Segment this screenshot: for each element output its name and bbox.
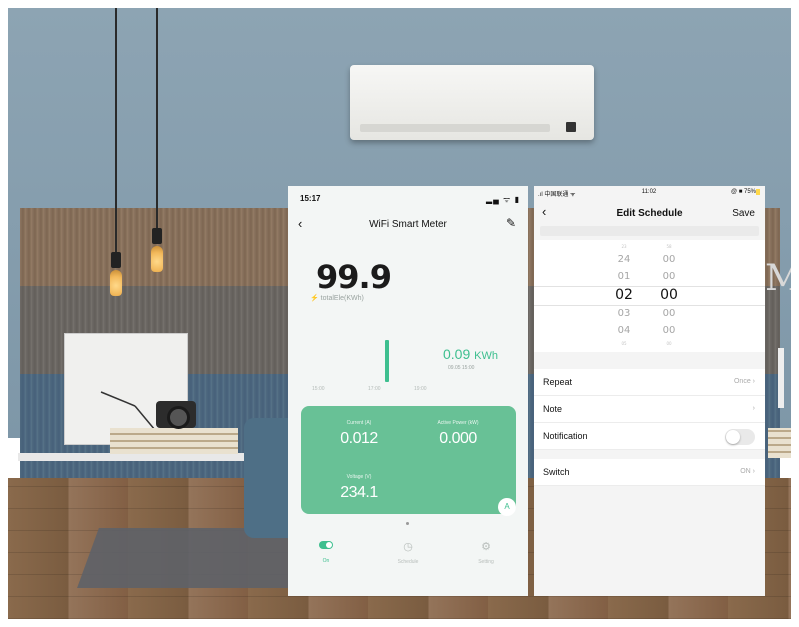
gear-icon: ⚙	[481, 541, 491, 553]
minute-option[interactable]: 00	[649, 268, 689, 285]
current-value: 0.012	[340, 430, 378, 447]
header-strip	[540, 226, 759, 236]
hour-option[interactable]: 23	[604, 242, 644, 251]
hour-column[interactable]: 23 24 01 02 03 04 05	[604, 240, 644, 348]
books-stack	[110, 428, 238, 454]
meter-screen: 15:17 ▂▄ ᯤ ▮ ‹ WiFi Smart Meter ✎ 99.9 ⚡…	[288, 186, 528, 596]
candle-decor	[778, 348, 784, 408]
time-picker[interactable]: 23 24 01 02 03 04 05 58 00 00 00 00 00 0…	[534, 240, 765, 352]
pendant-bulb-right	[151, 246, 163, 272]
bar-reading: 0.09 KWh	[443, 346, 498, 362]
status-bar: .ıl 中国联通 ᯤ 11:02 @ ■ 75%	[538, 189, 760, 199]
lamp-socket-left	[111, 252, 121, 268]
status-time: 15:17	[300, 194, 321, 203]
hour-option[interactable]: 03	[604, 305, 644, 322]
clock-icon: ◷	[403, 541, 413, 553]
hour-option[interactable]: 24	[604, 251, 644, 268]
repeat-label: Repeat	[543, 377, 573, 387]
page-title: WiFi Smart Meter	[369, 219, 447, 230]
lamp-socket-right	[152, 228, 162, 244]
minute-column[interactable]: 58 00 00 00 00 00 00	[649, 240, 689, 348]
lamp-cord-right	[156, 8, 158, 230]
axis-tick: 19:00	[414, 386, 427, 392]
notification-label: Notification	[543, 431, 588, 441]
hour-selected[interactable]: 02	[604, 285, 644, 305]
minute-option[interactable]: 00	[649, 322, 689, 339]
page-indicator	[406, 522, 409, 525]
page-title: Edit Schedule	[616, 208, 683, 219]
save-button[interactable]: Save	[732, 208, 755, 219]
repeat-row[interactable]: Repeat Once ›	[534, 369, 765, 396]
axis-tick: 17:00	[368, 386, 381, 392]
ac-vent	[360, 124, 550, 132]
current-label: Current (A)	[346, 420, 372, 426]
schedule-screen: .ıl 中国联通 ᯤ 11:02 @ ■ 75% ‹ Edit Schedule…	[534, 186, 765, 596]
axis-tick: 15:00	[312, 386, 325, 392]
minute-selected[interactable]: 00	[649, 285, 689, 305]
minute-option[interactable]: 00	[649, 339, 689, 348]
battery-text: @ ■ 75%	[730, 189, 756, 195]
bar-timestamp: 09.05 15:00	[448, 365, 475, 371]
total-energy-label-text: totalEle(KWh)	[320, 295, 364, 302]
camera-decor	[156, 401, 196, 429]
tab-on[interactable]: On	[296, 540, 356, 564]
battery-icon	[756, 189, 760, 195]
power-value: 0.000	[439, 430, 477, 447]
edit-icon[interactable]: ✎	[506, 216, 516, 230]
toggle-icon	[296, 540, 356, 552]
hour-option[interactable]: 01	[604, 268, 644, 285]
nav-bar: ‹ Edit Schedule Save	[534, 204, 765, 226]
tab-label: Schedule	[397, 559, 419, 565]
tab-label: On	[322, 558, 330, 564]
ac-display	[566, 122, 576, 132]
section-gap	[534, 450, 765, 459]
status-icons: ▂▄ ᯤ ▮	[486, 195, 520, 204]
power-label: Active Power (kW)	[437, 420, 479, 426]
tab-schedule[interactable]: ◷ Schedule	[378, 540, 438, 565]
air-conditioner	[350, 65, 594, 140]
bar-reading-unit: KWh	[474, 350, 498, 362]
power-metric: Active Power (kW) 0.000	[413, 420, 503, 448]
bar-reading-value: 0.09	[443, 346, 471, 362]
note-row[interactable]: Note ›	[534, 396, 765, 423]
settings-list: Repeat Once › Note › Notification Switch…	[534, 369, 765, 486]
status-time: 11:02	[641, 189, 657, 195]
notification-row: Notification	[534, 423, 765, 450]
voltage-metric: Voltage (V) 234.1	[319, 474, 399, 502]
status-bar: 15:17 ▂▄ ᯤ ▮	[300, 194, 520, 206]
books-stack-right	[768, 428, 791, 458]
hour-option[interactable]: 04	[604, 322, 644, 339]
repeat-value: Once ›	[733, 378, 755, 385]
shelf	[18, 453, 258, 461]
tab-setting[interactable]: ⚙ Setting	[456, 540, 516, 565]
chevron-right-icon: ›	[752, 405, 755, 412]
pendant-bulb-left	[110, 270, 122, 296]
nav-bar: ‹ WiFi Smart Meter ✎	[288, 214, 528, 236]
tab-label: Setting	[478, 559, 494, 565]
note-label: Note	[543, 404, 563, 414]
hour-option[interactable]: 05	[604, 339, 644, 348]
switch-value: ON ›	[740, 468, 755, 475]
energy-bar[interactable]	[385, 340, 389, 382]
minute-option[interactable]: 58	[649, 242, 689, 251]
voltage-value: 234.1	[340, 484, 378, 501]
total-energy-value: 99.9	[316, 258, 392, 296]
status-battery: @ ■ 75%	[731, 189, 760, 195]
bolt-icon: ⚡	[310, 295, 319, 302]
current-metric: Current (A) 0.012	[319, 420, 399, 448]
notification-toggle[interactable]	[725, 429, 755, 445]
wall-letter-decor: M	[765, 258, 791, 299]
metrics-card: Current (A) 0.012 Active Power (kW) 0.00…	[301, 406, 516, 514]
total-energy-label: ⚡ totalEle(KWh)	[310, 294, 364, 302]
minute-option[interactable]: 00	[649, 251, 689, 268]
lamp-cord-left	[115, 8, 117, 254]
switch-row[interactable]: Switch ON ›	[534, 459, 765, 486]
voltage-label: Voltage (V)	[346, 474, 372, 480]
unit-badge[interactable]: A	[498, 498, 516, 516]
minute-option[interactable]: 00	[649, 305, 689, 322]
switch-label: Switch	[543, 467, 570, 477]
